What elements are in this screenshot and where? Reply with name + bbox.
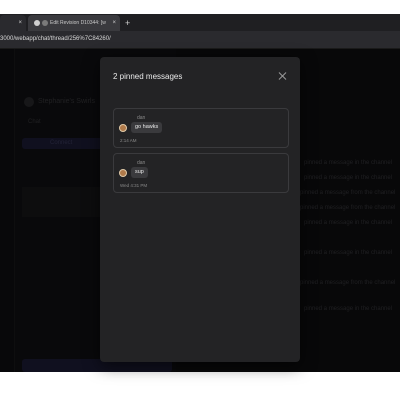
address-bar[interactable]: 3000/webapp/chat/thread/256%7C84260/ [0,31,400,49]
close-icon[interactable] [278,71,288,81]
pinned-messages-dialog: 2 pinned messages dan go hawks 2:14 AM d… [100,57,300,362]
tab-title: Edit Revision D10344: [w... [50,20,106,26]
dialog-title: 2 pinned messages [113,72,183,81]
avatar [119,124,127,132]
browser-tab[interactable]: × [0,15,26,31]
tab-close-icon[interactable]: × [18,15,22,31]
browser-tab-active[interactable]: Edit Revision D10344: [w... × [28,15,120,31]
tab-bar: × Edit Revision D10344: [w... × + [0,14,400,31]
pinned-message-card[interactable]: dan sup Wed 4:31 PM [113,153,289,193]
message-author: dan [137,115,146,121]
favicon-icon [42,20,48,26]
avatar [119,169,127,177]
message-author: dan [137,160,146,166]
new-tab-button[interactable]: + [125,15,130,31]
tab-close-icon[interactable]: × [112,15,116,31]
pinned-message-card[interactable]: dan go hawks 2:14 AM [113,108,289,148]
favicon-icon [34,20,40,26]
message-time: 2:14 AM [120,138,137,143]
message-time: Wed 4:31 PM [120,183,148,188]
url-text[interactable]: 3000/webapp/chat/thread/256%7C84260/ [0,31,111,48]
message-text: go hawks [131,122,163,133]
message-text: sup [131,167,148,178]
